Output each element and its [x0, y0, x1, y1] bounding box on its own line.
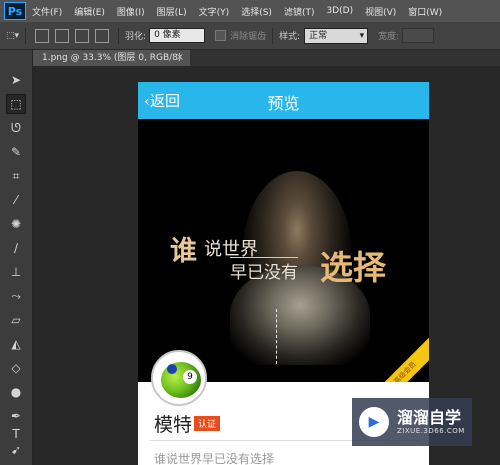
menu-filter[interactable]: 滤镜(T) — [284, 5, 315, 18]
menu-select[interactable]: 选择(S) — [241, 5, 272, 18]
feather-input[interactable]: 0 像素 — [149, 28, 206, 43]
move-tool-icon[interactable]: ➤ — [6, 70, 26, 90]
verified-badge: 认证 — [194, 416, 221, 431]
intersect-selection-icon[interactable] — [95, 28, 110, 43]
blur-tool-icon[interactable]: ◇ — [6, 358, 26, 378]
site-watermark: ▶ 溜溜自学 ZIXUE.3D66.COM — [352, 398, 472, 446]
healing-tool-icon[interactable]: ✺ — [6, 214, 26, 234]
crop-tool-icon[interactable]: ⌗ — [6, 166, 26, 186]
antialias-checkbox[interactable] — [215, 30, 227, 41]
width-input[interactable] — [402, 28, 435, 43]
username: 模特 — [154, 414, 193, 436]
avatar[interactable]: 9 — [151, 350, 207, 406]
poster-slogan-line2: 早已没有 — [230, 257, 298, 283]
watermark-text: 溜溜自学 ZIXUE.3D66.COM — [397, 408, 465, 436]
menu-type[interactable]: 文字(Y) — [199, 5, 230, 18]
add-selection-icon[interactable] — [55, 28, 70, 43]
eraser-tool-icon[interactable]: ▱ — [6, 310, 26, 330]
lasso-tool-icon[interactable]: ᘎ — [6, 118, 26, 138]
subtract-selection-icon[interactable] — [75, 28, 90, 43]
menu-bar: Ps 文件(F) 编辑(E) 图像(I) 图层(L) 文字(Y) 选择(S) 滤… — [0, 0, 500, 22]
photoshop-logo: Ps — [4, 2, 26, 20]
watermark-name: 溜溜自学 — [397, 408, 462, 427]
style-label: 样式: — [279, 32, 301, 42]
document-tab-bar: 1.png @ 33.3% (图层 0, RGB/8) × — [32, 50, 500, 66]
menu-window[interactable]: 窗口(W) — [408, 5, 442, 18]
quick-select-tool-icon[interactable]: ✎ — [6, 142, 26, 162]
menu-3d[interactable]: 3D(D) — [326, 6, 353, 16]
feather-label: 羽化: — [125, 32, 147, 42]
divider — [118, 27, 120, 44]
history-brush-tool-icon[interactable]: ⤳ — [6, 286, 26, 306]
divider — [272, 27, 274, 44]
dodge-tool-icon[interactable]: ● — [6, 382, 26, 402]
poster-slogan-line3: 选择 — [320, 248, 386, 287]
marquee-tool-icon[interactable]: ⬚ — [6, 94, 26, 114]
options-bar: ⬚▾ 羽化: 0 像素 消除锯齿 样式: 正常 宽度: — [0, 22, 500, 50]
menu-view[interactable]: 视图(V) — [365, 5, 396, 18]
page-title: 预览 — [267, 94, 300, 113]
width-label: 宽度: — [378, 32, 400, 42]
avatar-number: 9 — [183, 370, 197, 384]
path-select-tool-icon[interactable]: ➹ — [6, 442, 26, 458]
poster-image: 谁 说世界 早已没有 选择 高级会员 — [138, 119, 429, 382]
watermark-url: ZIXUE.3D66.COM — [397, 427, 465, 435]
pen-tool-icon[interactable]: ✒ — [6, 406, 26, 426]
tools-panel: ➤ ⬚ ᘎ ✎ ⌗ ⁄ ✺ ∕ ⊥ ⤳ ▱ ◭ ◇ ● ✒ T ➹ — [0, 50, 33, 465]
eyedropper-tool-icon[interactable]: ⁄ — [6, 190, 26, 210]
document-tab[interactable]: 1.png @ 33.3% (图层 0, RGB/8) × — [32, 50, 190, 66]
avatar-eye — [167, 364, 177, 374]
menu-edit[interactable]: 编辑(E) — [74, 5, 105, 18]
marquee-preset-icon[interactable]: ⬚▾ — [6, 31, 19, 41]
menu-file[interactable]: 文件(F) — [32, 5, 62, 18]
close-icon[interactable]: × — [176, 50, 184, 66]
antialias-label: 消除锯齿 — [230, 32, 267, 42]
document-tab-label: 1.png @ 33.3% (图层 0, RGB/8) — [42, 53, 182, 63]
phone-header: ‹返回 预览 — [138, 82, 429, 119]
corner-ribbon: 高级会员 — [363, 331, 429, 382]
profile-subtext: 谁说世界早已没有选择 — [154, 452, 275, 465]
dashed-guide — [276, 309, 277, 364]
poster-slogan-first-char: 谁 — [170, 236, 198, 267]
new-selection-icon[interactable] — [35, 28, 50, 43]
paint-bucket-tool-icon[interactable]: ◭ — [6, 334, 26, 354]
menu-layer[interactable]: 图层(L) — [157, 5, 187, 18]
brush-tool-icon[interactable]: ∕ — [6, 238, 26, 258]
divider — [25, 27, 27, 44]
type-tool-icon[interactable]: T — [6, 424, 26, 444]
menu-image[interactable]: 图像(I) — [117, 5, 145, 18]
style-select[interactable]: 正常 — [304, 27, 369, 44]
play-icon: ▶ — [359, 407, 389, 437]
stamp-tool-icon[interactable]: ⊥ — [6, 262, 26, 282]
